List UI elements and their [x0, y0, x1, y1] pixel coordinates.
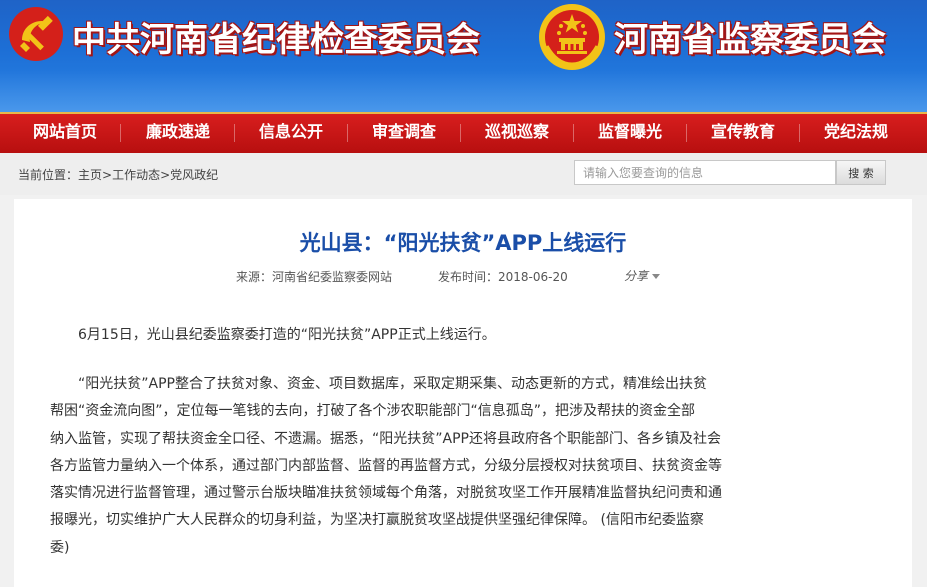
nav-divider — [347, 124, 348, 142]
article-source: 来源：河南省纪委监察委网站 — [236, 268, 392, 285]
nav-item-review-investigation[interactable]: 审查调查 — [372, 114, 436, 153]
nav-item-clean-news[interactable]: 廉政速递 — [146, 114, 210, 153]
date-label: 发布时间： — [438, 270, 499, 284]
nav-divider — [573, 124, 574, 142]
breadcrumb-link-home[interactable]: 主页 — [78, 168, 102, 182]
search-button[interactable]: 搜 索 — [836, 160, 886, 185]
site-title-supervision: 河南省监察委员会 — [614, 20, 886, 60]
nav-item-inspection[interactable]: 巡视巡察 — [485, 114, 549, 153]
national-emblem-icon — [539, 4, 605, 70]
nav-divider — [799, 124, 800, 142]
nav-divider — [120, 124, 121, 142]
date-value: 2018-06-20 — [498, 270, 568, 284]
breadcrumb: 当前位置：主页>工作动态>党风政纪 — [18, 166, 218, 183]
source-label: 来源： — [236, 270, 273, 284]
nav-item-publicity-education[interactable]: 宣传教育 — [711, 114, 775, 153]
hammer-sickle-emblem-icon — [9, 7, 63, 61]
breadcrumb-prefix: 当前位置： — [18, 168, 79, 182]
nav-divider — [234, 124, 235, 142]
paragraph-line: 帮困“资金流向图”，定位每一笔钱的去向，打破了各个涉农职能部门“信息孤岛”，把涉… — [50, 403, 696, 420]
chevron-down-icon — [652, 274, 661, 279]
paragraph-line: 纳入监管，实现了帮扶资金全口径、不遗漏。据悉，“阳光扶贫”APP还将县政府各个职… — [50, 430, 721, 447]
paragraph-line: “阳光扶贫”APP整合了扶贫对象、资金、项目数据库，采取定期采集、动态更新的方式… — [78, 376, 707, 392]
paragraph-line: 6月15日，光山县纪委监察委打造的“阳光扶贫”APP正式上线运行。 — [78, 327, 496, 343]
site-title-ccdi: 中共河南省纪律检查委员会 — [72, 20, 480, 60]
breadcrumb-separator: > — [160, 168, 171, 182]
nav-divider — [460, 124, 461, 142]
share-dropdown[interactable]: 分享 — [624, 267, 661, 284]
nav-item-info-disclosure[interactable]: 信息公开 — [259, 114, 323, 153]
article-paragraph-1: 6月15日，光山县纪委监察委打造的“阳光扶贫”APP正式上线运行。 — [78, 322, 868, 349]
source-value: 河南省纪委监察委网站 — [272, 270, 393, 284]
article-title: 光山县：“阳光扶贫”APP上线运行 — [299, 231, 627, 255]
share-label: 分享 — [624, 269, 649, 283]
article-panel: 光山县：“阳光扶贫”APP上线运行 来源：河南省纪委监察委网站 发布时间：201… — [14, 199, 912, 587]
site-banner: 中共河南省纪律检查委员会 河南省监察委员会 — [0, 0, 927, 112]
search-input[interactable] — [574, 160, 836, 185]
main-nav: 网站首页 廉政速递 信息公开 审查调查 巡视巡察 监督曝光 宣传教育 党纪法规 — [0, 112, 927, 153]
nav-item-party-discipline[interactable]: 党纪法规 — [824, 114, 888, 153]
paragraph-line: 报曝光，切实维护广大人民群众的切身利益，为坚决打赢脱贫攻坚战提供坚强纪律保障。 … — [50, 512, 704, 529]
article-date: 发布时间：2018-06-20 — [438, 268, 568, 285]
breadcrumb-separator: > — [102, 168, 113, 182]
nav-divider — [686, 124, 687, 142]
paragraph-line: 各方监管力量纳入一个体系，通过部门内部监督、监督的再监督方式，分级分层授权对扶贫… — [50, 457, 722, 474]
paragraph-line: 委) — [50, 539, 70, 556]
paragraph-line: 落实情况进行监督管理，通过警示台版块瞄准扶贫领域每个角落，对脱贫攻坚工作开展精准… — [50, 485, 722, 502]
nav-item-home[interactable]: 网站首页 — [33, 114, 97, 153]
banner-sky — [0, 70, 927, 112]
breadcrumb-link-work-news[interactable]: 工作动态 — [112, 168, 160, 182]
article-paragraph-2: “阳光扶贫”APP整合了扶贫对象、资金、项目数据库，采取定期采集、动态更新的方式… — [50, 371, 868, 562]
nav-item-supervision-exposure[interactable]: 监督曝光 — [598, 114, 662, 153]
breadcrumb-link-party-style[interactable]: 党风政纪 — [170, 168, 218, 182]
